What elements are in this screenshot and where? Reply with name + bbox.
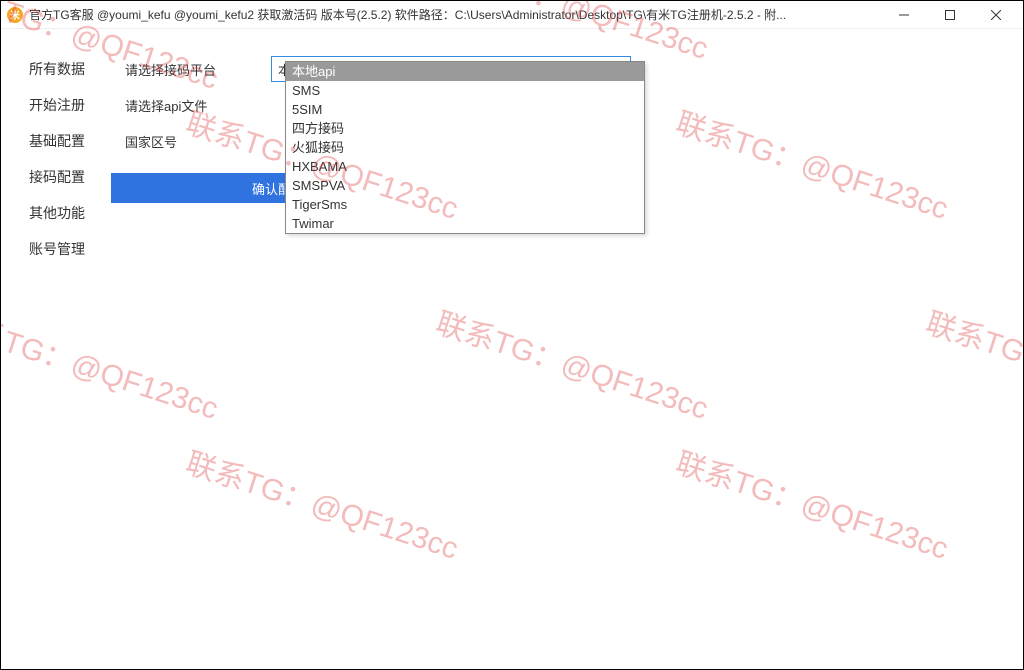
- sidebar: 所有数据 开始注册 基础配置 接码配置 其他功能 账号管理: [1, 29, 111, 669]
- combo-option[interactable]: 本地api: [286, 62, 644, 81]
- combo-option[interactable]: 火狐接码: [286, 138, 644, 157]
- minimize-button[interactable]: [881, 2, 927, 28]
- titlebar: 米 官方TG客服 @youmi_kefu @youmi_kefu2 获取激活码 …: [1, 1, 1023, 29]
- combo-option[interactable]: SMS: [286, 81, 644, 100]
- maximize-button[interactable]: [927, 2, 973, 28]
- sidebar-item-all-data[interactable]: 所有数据: [1, 51, 111, 87]
- app-window: 米 官方TG客服 @youmi_kefu @youmi_kefu2 获取激活码 …: [0, 0, 1024, 670]
- label-country: 国家区号: [111, 132, 271, 151]
- sidebar-item-account-mgmt[interactable]: 账号管理: [1, 231, 111, 267]
- sidebar-item-start-register[interactable]: 开始注册: [1, 87, 111, 123]
- window-body: 所有数据 开始注册 基础配置 接码配置 其他功能 账号管理 请选择接码平台 本地…: [1, 29, 1023, 669]
- combo-option[interactable]: TigerSms: [286, 195, 644, 214]
- sidebar-item-sms-config[interactable]: 接码配置: [1, 159, 111, 195]
- combo-option[interactable]: Twimar: [286, 214, 644, 233]
- combo-option[interactable]: 四方接码: [286, 119, 644, 138]
- label-apifile: 请选择api文件: [111, 96, 271, 115]
- combo-platform-dropdown[interactable]: 本地api SMS 5SIM 四方接码 火狐接码 HXBAMA SMSPVA T…: [285, 61, 645, 234]
- label-platform: 请选择接码平台: [111, 60, 271, 79]
- main-panel: 请选择接码平台 本地api 请选择api文件 国家区号 确认配置信息: [111, 29, 1023, 669]
- sidebar-item-other[interactable]: 其他功能: [1, 195, 111, 231]
- window-title: 官方TG客服 @youmi_kefu @youmi_kefu2 获取激活码 版本…: [29, 6, 881, 23]
- sidebar-item-basic-config[interactable]: 基础配置: [1, 123, 111, 159]
- window-controls: [881, 2, 1019, 28]
- combo-option[interactable]: 5SIM: [286, 100, 644, 119]
- app-icon: 米: [7, 7, 23, 23]
- combo-option[interactable]: SMSPVA: [286, 176, 644, 195]
- close-button[interactable]: [973, 2, 1019, 28]
- combo-option[interactable]: HXBAMA: [286, 157, 644, 176]
